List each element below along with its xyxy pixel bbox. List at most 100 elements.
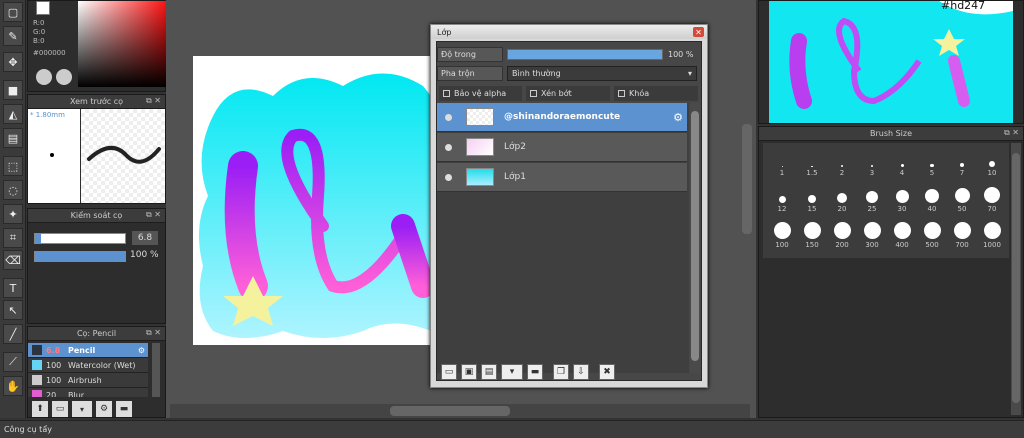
layer-scrollbar[interactable]: [691, 111, 699, 361]
gear-icon[interactable]: ⚙: [138, 346, 145, 355]
brush-size-cell[interactable]: 1: [767, 147, 797, 177]
brush-size-scrollbar[interactable]: [1012, 153, 1020, 403]
brush-list-item[interactable]: 6.8 Pencil ⚙: [28, 343, 148, 358]
move-icon[interactable]: ✥: [3, 52, 23, 72]
protect-alpha-checkbox[interactable]: Bảo vệ alpha: [439, 86, 522, 101]
palette-settings-icon[interactable]: [56, 69, 72, 85]
brush-size-cell[interactable]: 7: [947, 147, 977, 177]
brush-size-cell[interactable]: 40: [917, 183, 947, 213]
new-layer-icon[interactable]: ▭: [441, 364, 457, 380]
opacity-slider[interactable]: [34, 251, 126, 262]
new-layer-1bit-icon[interactable]: ▤: [481, 364, 497, 380]
brush-size-label: 100: [775, 241, 789, 249]
brush-size-cell[interactable]: 300: [857, 219, 887, 249]
brush-size-cell[interactable]: 15: [797, 183, 827, 213]
layer-row-1[interactable]: Lớp2: [437, 133, 687, 162]
folder-icon[interactable]: ▬: [527, 364, 543, 380]
brush-list-item[interactable]: 100 Airbrush: [28, 373, 148, 388]
layer-row-0[interactable]: @shinandoraemoncute ⚙: [437, 103, 687, 132]
layer-window[interactable]: Lớp ✕ Độ trong 100 % Pha trộn Bình thường…: [430, 24, 708, 388]
brush-size-cell[interactable]: 1.5: [797, 147, 827, 177]
brush-size-cell[interactable]: 400: [887, 219, 917, 249]
brush-size-cell[interactable]: 700: [947, 219, 977, 249]
brush-settings-icon[interactable]: ⚙: [96, 401, 112, 417]
brush-size-cell[interactable]: 2: [827, 147, 857, 177]
brush-size-dot: [833, 222, 851, 239]
brush-folder-icon[interactable]: ▬: [116, 401, 132, 417]
expand-icon[interactable]: ⧉ ✕: [1004, 128, 1019, 138]
layer-row-2[interactable]: Lớp1: [437, 163, 687, 192]
fill-rect-icon[interactable]: ■: [3, 80, 23, 100]
magic-wand-icon[interactable]: ✦: [3, 204, 23, 224]
brush-size-cell[interactable]: 50: [947, 183, 977, 213]
brush-name: Pencil: [68, 345, 96, 355]
brush-size-cell[interactable]: 12: [767, 183, 797, 213]
color-swatch[interactable]: [36, 1, 50, 15]
brush-size-cell[interactable]: 10: [977, 147, 1007, 177]
opacity-label: Độ trong: [437, 47, 503, 62]
brush-size-cell[interactable]: 5: [917, 147, 947, 177]
brush-list-item[interactable]: 20 Blur: [28, 388, 148, 397]
add-layer-menu-icon[interactable]: ▾: [501, 364, 523, 380]
divider-icon[interactable]: ╱: [3, 324, 23, 344]
brush-size-cell[interactable]: 100: [767, 219, 797, 249]
layer-opacity-slider[interactable]: [507, 49, 663, 60]
blend-select[interactable]: Bình thường ▾: [507, 66, 697, 81]
size-value[interactable]: 6.8: [132, 231, 158, 245]
brush-size-cell[interactable]: 500: [917, 219, 947, 249]
text-icon[interactable]: T: [3, 278, 23, 298]
color-square[interactable]: [78, 1, 173, 87]
trash-icon[interactable]: ✖: [599, 364, 615, 380]
gear-icon[interactable]: ⚙: [673, 111, 683, 124]
size-slider[interactable]: [34, 233, 126, 244]
eyedropper-icon[interactable]: ⟋: [3, 352, 23, 372]
select-icon[interactable]: ⬚: [3, 156, 23, 176]
brush-size-cell[interactable]: 25: [857, 183, 887, 213]
brush-size-cell[interactable]: 70: [977, 183, 1007, 213]
eye-icon[interactable]: [445, 143, 452, 151]
brush-size-cell[interactable]: 20: [827, 183, 857, 213]
brush-size-cell[interactable]: 150: [797, 219, 827, 249]
eye-icon[interactable]: [445, 173, 452, 181]
brush-size-cell[interactable]: 30: [887, 183, 917, 213]
brush-size-label: 10: [987, 169, 997, 177]
brush-new-icon[interactable]: ▭: [52, 401, 68, 417]
select-rect-icon[interactable]: ▢: [3, 2, 23, 22]
lasso-icon[interactable]: ◌: [3, 180, 23, 200]
merge-icon[interactable]: ⇩: [573, 364, 589, 380]
canvas-vscroll[interactable]: [742, 124, 752, 234]
lock-checkbox[interactable]: Khóa: [614, 86, 698, 101]
expand-icon[interactable]: ⧉ ✕: [146, 328, 161, 338]
brush-size-cell[interactable]: 3: [857, 147, 887, 177]
expand-icon[interactable]: ⧉ ✕: [146, 96, 161, 106]
artwork-canvas[interactable]: [193, 56, 431, 345]
expand-icon[interactable]: ⧉ ✕: [146, 210, 161, 220]
clipping-checkbox[interactable]: Xén bớt: [526, 86, 610, 101]
bucket-icon[interactable]: ◭: [3, 104, 23, 124]
palette-icon[interactable]: [36, 69, 52, 85]
clipping-label: Xén bớt: [541, 89, 572, 98]
brush-size: 20: [46, 390, 57, 398]
opacity-value[interactable]: 100 %: [130, 250, 159, 260]
operation-icon[interactable]: ↖: [3, 300, 23, 320]
brush-list-item[interactable]: 100 Watercolor (Wet): [28, 358, 148, 373]
close-icon[interactable]: ✕: [693, 27, 704, 37]
eye-icon[interactable]: [445, 113, 452, 121]
control-title: Kiểm soát cọ: [70, 211, 123, 220]
select-eraser-icon[interactable]: ⌫: [3, 250, 23, 270]
canvas-hscroll[interactable]: [390, 406, 510, 416]
hand-icon[interactable]: ✋: [3, 376, 23, 396]
brush-add-icon[interactable]: ▾: [72, 401, 92, 417]
brush-list-scrollbar[interactable]: [152, 343, 160, 397]
gradient-icon[interactable]: ▤: [3, 128, 23, 148]
brush-size-cell[interactable]: 4: [887, 147, 917, 177]
navigator-text: #hd247: [941, 1, 986, 12]
brush-upload-icon[interactable]: ⬆: [32, 401, 48, 417]
new-layer-raster-icon[interactable]: ▣: [461, 364, 477, 380]
duplicate-icon[interactable]: ❐: [553, 364, 569, 380]
lasso-brush-icon[interactable]: ✎: [3, 26, 23, 46]
navigator-preview[interactable]: #hd247: [769, 1, 1013, 123]
brush-size-cell[interactable]: 200: [827, 219, 857, 249]
select-pen-icon[interactable]: ⌗: [3, 228, 23, 248]
brush-size-cell[interactable]: 1000: [977, 219, 1007, 249]
